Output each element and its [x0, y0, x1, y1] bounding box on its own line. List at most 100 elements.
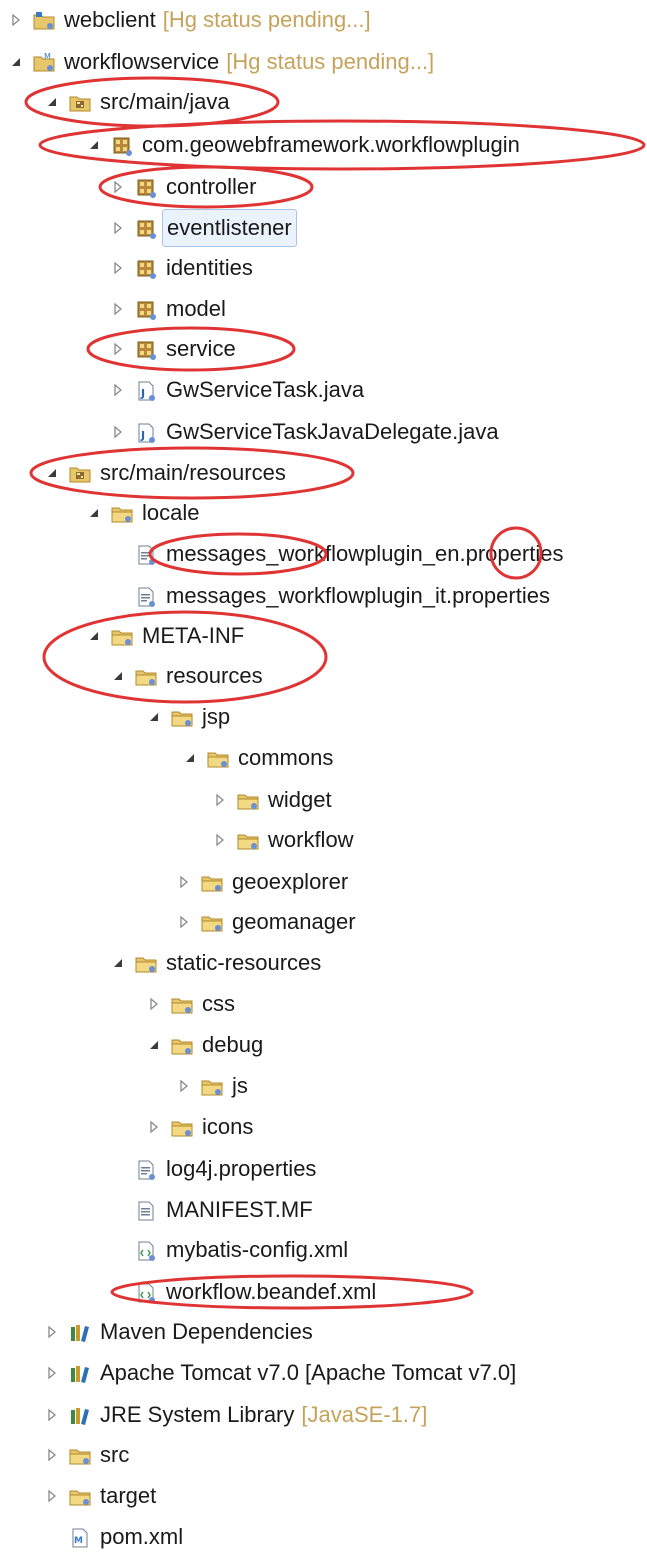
folder-icon — [206, 746, 230, 770]
expanded-arrow-icon[interactable] — [86, 628, 102, 644]
expanded-arrow-icon[interactable] — [146, 1037, 162, 1053]
collapsed-arrow-icon[interactable] — [146, 1119, 162, 1135]
tree-item-messages-workflowplugin-en-properties[interactable]: messages_workflowplugin_en.properties — [110, 536, 563, 572]
tree-item-meta-inf[interactable]: META-INF — [86, 618, 244, 654]
tree-item-controller[interactable]: controller — [110, 169, 256, 205]
tree-item-label: workflow — [268, 827, 354, 852]
tree-item-gwservicetask-java[interactable]: J GwServiceTask.java — [110, 372, 364, 408]
folder-icon — [170, 705, 194, 729]
collapsed-arrow-icon[interactable] — [110, 424, 126, 440]
tree-item-src[interactable]: src — [44, 1437, 129, 1473]
tree-item-label: identities — [166, 255, 253, 280]
tree-item-label: src/main/resources — [100, 460, 286, 485]
expanded-arrow-icon[interactable] — [182, 750, 198, 766]
tree-item-workflow-beandef-xml[interactable]: workflow.beandef.xml — [110, 1274, 376, 1310]
tree-item-label: META-INF — [142, 623, 245, 648]
tree-item-css[interactable]: css — [146, 986, 235, 1022]
tree-item-icons[interactable]: icons — [146, 1109, 253, 1145]
tree-item-label: controller — [166, 174, 257, 199]
tree-item-label: resources — [166, 663, 263, 688]
tree-item-geoexplorer[interactable]: geoexplorer — [176, 864, 348, 900]
tree-item-debug[interactable]: debug — [146, 1027, 263, 1063]
tree-item-messages-workflowplugin-it-properties[interactable]: messages_workflowplugin_it.properties — [110, 578, 550, 614]
tree-item-label: locale — [142, 500, 200, 525]
tree-item-geomanager[interactable]: geomanager — [176, 904, 356, 940]
tree-item-apache-tomcat-v7-0-apache-tomcat-v7-0[interactable]: Apache Tomcat v7.0 [Apache Tomcat v7.0] — [44, 1355, 516, 1391]
tree-item-target[interactable]: target — [44, 1478, 156, 1514]
xml-file-icon — [134, 1238, 158, 1262]
collapsed-arrow-icon[interactable] — [212, 792, 228, 808]
tree-item-label: css — [202, 991, 235, 1016]
collapsed-arrow-icon[interactable] — [110, 301, 126, 317]
collapsed-arrow-icon[interactable] — [8, 12, 24, 28]
tree-item-manifest-mf[interactable]: MANIFEST.MF — [110, 1192, 313, 1228]
collapsed-arrow-icon[interactable] — [44, 1488, 60, 1504]
expanded-arrow-icon[interactable] — [146, 709, 162, 725]
tree-item-gwservicetaskjavadelegate-java[interactable]: J GwServiceTaskJavaDelegate.java — [110, 414, 499, 450]
tree-item-workflow[interactable]: workflow — [212, 822, 354, 858]
tree-item-webclient[interactable]: webclient [Hg status pending...] — [8, 2, 371, 38]
properties-file-icon — [134, 1157, 158, 1181]
collapsed-arrow-icon[interactable] — [110, 341, 126, 357]
tree-item-widget[interactable]: widget — [212, 782, 332, 818]
tree-item-src-main-resources[interactable]: src/main/resources — [44, 455, 286, 491]
expanded-arrow-icon[interactable] — [86, 137, 102, 153]
tree-item-eventlistener[interactable]: eventlistener — [110, 209, 297, 247]
tree-item-pom-xml[interactable]: Mpom.xml — [44, 1519, 183, 1555]
collapsed-arrow-icon[interactable] — [176, 874, 192, 890]
tree-item-resources[interactable]: resources — [110, 658, 263, 694]
tree-item-static-resources[interactable]: static-resources — [110, 945, 321, 981]
tree-item-service[interactable]: service — [110, 331, 236, 367]
tree-item-js[interactable]: js — [176, 1068, 248, 1104]
collapsed-arrow-icon[interactable] — [176, 1078, 192, 1094]
expanded-arrow-icon[interactable] — [44, 465, 60, 481]
collapsed-arrow-icon[interactable] — [212, 832, 228, 848]
tree-item-commons[interactable]: commons — [182, 740, 333, 776]
expanded-arrow-icon[interactable] — [44, 94, 60, 110]
svg-text:J: J — [140, 387, 145, 400]
collapsed-arrow-icon[interactable] — [44, 1407, 60, 1423]
collapsed-arrow-icon[interactable] — [110, 179, 126, 195]
tree-item-label: GwServiceTaskJavaDelegate.java — [166, 419, 499, 444]
folder-icon — [68, 1443, 92, 1467]
svg-text:M: M — [74, 1536, 83, 1546]
tree-item-label: src/main/java — [100, 89, 230, 114]
collapsed-arrow-icon[interactable] — [146, 996, 162, 1012]
tree-item-label: pom.xml — [100, 1524, 184, 1549]
expanded-arrow-icon[interactable] — [110, 955, 126, 971]
tree-item-mybatis-config-xml[interactable]: mybatis-config.xml — [110, 1232, 348, 1268]
tree-item-label: mybatis-config.xml — [166, 1237, 349, 1262]
tree-item-model[interactable]: model — [110, 291, 226, 327]
collapsed-arrow-icon[interactable] — [44, 1365, 60, 1381]
tree-item-jsp[interactable]: jsp — [146, 699, 230, 735]
folder-icon — [200, 1074, 224, 1098]
collapsed-arrow-icon[interactable] — [110, 382, 126, 398]
tree-item-label: GwServiceTask.java — [166, 377, 365, 402]
tree-item-label: messages_workflowplugin_it.properties — [166, 583, 550, 608]
tree-item-label: src — [100, 1442, 130, 1467]
folder-icon — [200, 870, 224, 894]
expanded-arrow-icon[interactable] — [110, 668, 126, 684]
tree-item-workflowservice[interactable]: Mworkflowservice [Hg status pending...] — [8, 44, 434, 80]
tree-item-log4j-properties[interactable]: log4j.properties — [110, 1151, 316, 1187]
expanded-arrow-icon[interactable] — [86, 505, 102, 521]
expanded-arrow-icon[interactable] — [8, 54, 24, 70]
tree-item-label: debug — [202, 1032, 264, 1057]
tree-item-label: Apache Tomcat v7.0 [Apache Tomcat v7.0] — [100, 1360, 517, 1385]
tree-item-label: workflowservice — [64, 49, 220, 74]
tree-item-jre-system-library[interactable]: JRE System Library [JavaSE-1.7] — [44, 1397, 427, 1433]
collapsed-arrow-icon[interactable] — [110, 260, 126, 276]
tree-item-com-geowebframework-workflowplugin[interactable]: com.geowebframework.workflowplugin — [86, 127, 520, 163]
collapsed-arrow-icon[interactable] — [44, 1324, 60, 1340]
tree-item-label: webclient — [64, 7, 156, 32]
collapsed-arrow-icon[interactable] — [110, 220, 126, 236]
tree-item-locale[interactable]: locale — [86, 495, 199, 531]
tree-item-maven-dependencies[interactable]: Maven Dependencies — [44, 1314, 313, 1350]
java-file-icon: J — [134, 420, 158, 444]
tree-item-identities[interactable]: identities — [110, 250, 253, 286]
tree-item-src-main-java[interactable]: src/main/java — [44, 84, 230, 120]
folder-icon — [110, 501, 134, 525]
collapsed-arrow-icon[interactable] — [176, 914, 192, 930]
tree-item-label: MANIFEST.MF — [166, 1197, 313, 1222]
collapsed-arrow-icon[interactable] — [44, 1447, 60, 1463]
